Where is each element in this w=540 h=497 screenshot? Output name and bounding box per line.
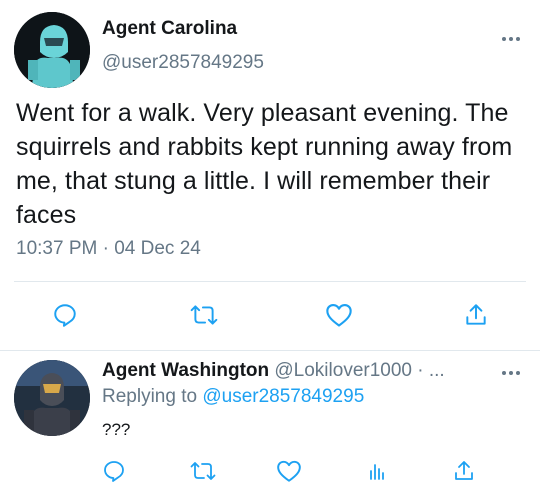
divider — [14, 281, 526, 282]
replying-to-label: Replying to — [102, 386, 198, 407]
avatar[interactable] — [14, 360, 90, 436]
reply-reply-button[interactable] — [98, 456, 130, 486]
share-button[interactable] — [459, 300, 493, 330]
dot-icon — [516, 371, 520, 375]
reply-text: ??? — [102, 420, 131, 439]
reply-share-button[interactable] — [448, 456, 480, 486]
reply-retweet-button[interactable] — [187, 456, 219, 486]
replying-to: Replying to @user2857849295 — [102, 386, 364, 408]
dot-icon — [516, 37, 520, 41]
divider — [0, 350, 540, 351]
reply-icon — [104, 461, 124, 482]
reply-author-handle[interactable]: @Lokilover1000 · ... — [274, 360, 444, 381]
share-icon — [466, 304, 486, 325]
retweet-button[interactable] — [187, 300, 221, 330]
main-tweet: Agent Carolina @user2857849295 Went for … — [0, 0, 540, 350]
reply-analytics-button[interactable] — [361, 456, 393, 486]
dot-icon — [509, 37, 513, 41]
dot-icon — [502, 371, 506, 375]
retweet-icon — [190, 305, 218, 325]
share-icon — [455, 461, 473, 480]
reply-like-button[interactable] — [273, 456, 305, 486]
more-options-button[interactable] — [496, 32, 526, 46]
avatar[interactable] — [14, 12, 90, 88]
like-icon — [277, 460, 301, 482]
reply-more-options-button[interactable] — [496, 366, 526, 380]
tweet-timestamp[interactable]: 10:37 PM · 04 Dec 24 — [16, 238, 201, 260]
reply-header: Agent Washington @Lokilover1000 · ... — [102, 360, 482, 382]
dot-icon — [502, 37, 506, 41]
armored-helmet-icon — [14, 360, 90, 436]
armored-helmet-icon — [14, 12, 90, 88]
reply-author-name[interactable]: Agent Washington — [102, 360, 269, 381]
retweet-icon — [190, 462, 216, 480]
author-name[interactable]: Agent Carolina — [102, 18, 237, 40]
reply-icon — [54, 304, 76, 327]
author-handle[interactable]: @user2857849295 — [102, 52, 264, 74]
reply-button[interactable] — [48, 300, 82, 330]
replying-to-mention[interactable]: @user2857849295 — [202, 386, 364, 407]
dot-icon — [509, 371, 513, 375]
like-icon — [326, 304, 352, 327]
like-button[interactable] — [322, 300, 356, 330]
tweet-text: Went for a walk. Very pleasant evening. … — [16, 99, 513, 229]
analytics-icon — [370, 464, 384, 480]
